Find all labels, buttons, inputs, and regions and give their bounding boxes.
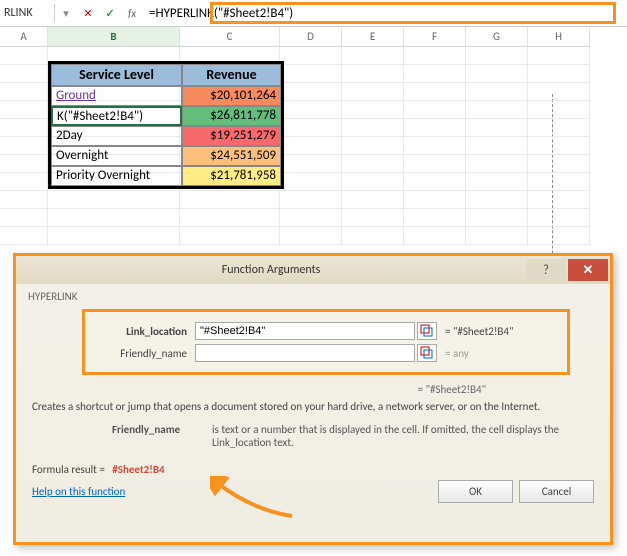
cell-revenue[interactable]: $26,811,778 — [182, 106, 281, 126]
dialog-title: Function Arguments — [16, 263, 526, 277]
hyperlink-text[interactable]: Ground — [56, 88, 96, 103]
arg-desc-name: Friendly_name — [112, 423, 212, 449]
cell-revenue[interactable]: $21,781,958 — [182, 166, 281, 186]
arg-label: Link_location — [95, 325, 195, 338]
formula-result: Formula result = #Sheet2!B4 — [32, 463, 594, 476]
arg-result: = any — [437, 347, 557, 360]
cancel-icon[interactable]: ✕ — [77, 7, 99, 20]
range-selector-icon[interactable] — [417, 322, 437, 340]
formula-result-label: Formula result = — [32, 463, 105, 476]
arg-row: Friendly_name = any — [95, 344, 557, 362]
formula-result-value: #Sheet2!B4 — [112, 463, 164, 476]
cell-level[interactable]: Overnight — [51, 146, 182, 166]
arg-result: = "#Sheet2!B4" — [437, 325, 557, 338]
range-selector-icon[interactable] — [417, 344, 437, 362]
ok-button[interactable]: OK — [438, 480, 513, 503]
function-arguments-dialog: Function Arguments ? ✕ HYPERLINK Link_lo… — [13, 253, 613, 545]
arg-label: Friendly_name — [95, 347, 195, 360]
cell-revenue[interactable]: $19,251,279 — [182, 126, 281, 146]
cell-level[interactable]: Ground — [51, 86, 182, 106]
dialog-titlebar[interactable]: Function Arguments ? ✕ — [16, 256, 610, 284]
help-link[interactable]: Help on this function — [32, 485, 125, 498]
arg-desc-text: is text or a number that is displayed in… — [212, 423, 594, 449]
name-box[interactable]: RLINK — [0, 4, 55, 22]
col-header[interactable]: E — [342, 27, 404, 47]
column-headers: A B C D E F G H — [0, 27, 627, 47]
table-row: K("#Sheet2!B4") $26,811,778 — [51, 106, 281, 126]
table-row: 2Day $19,251,279 — [51, 126, 281, 146]
formula-input[interactable] — [143, 4, 627, 23]
table-row: Priority Overnight $21,781,958 — [51, 166, 281, 186]
cancel-button[interactable]: Cancel — [519, 480, 594, 503]
header-revenue[interactable]: Revenue — [182, 64, 281, 86]
formula-bar: RLINK ▾ ✕ ✓ fx — [0, 0, 627, 27]
function-description: Creates a shortcut or jump that opens a … — [32, 400, 594, 413]
link-location-input[interactable] — [195, 322, 415, 340]
table-header-row: Service Level Revenue — [51, 64, 281, 86]
col-header[interactable]: D — [280, 27, 342, 47]
friendly-name-input[interactable] — [195, 344, 415, 362]
arg-row: Link_location = "#Sheet2!B4" — [95, 322, 557, 340]
dropdown-icon[interactable]: ▾ — [55, 7, 77, 20]
editing-cell[interactable]: K("#Sheet2!B4") — [51, 106, 182, 126]
table-row: Ground $20,101,264 — [51, 86, 281, 106]
fx-icon[interactable]: fx — [121, 7, 143, 20]
cell-level[interactable]: 2Day — [51, 126, 182, 146]
col-header[interactable]: H — [528, 27, 590, 47]
table-row: Overnight $24,551,509 — [51, 146, 281, 166]
col-header[interactable]: F — [404, 27, 466, 47]
data-table: Service Level Revenue Ground $20,101,264… — [48, 61, 284, 189]
col-header[interactable]: B — [48, 27, 180, 47]
col-header[interactable]: A — [0, 27, 48, 47]
function-name: HYPERLINK — [28, 290, 598, 303]
cell-level[interactable]: Priority Overnight — [51, 166, 182, 186]
enter-icon[interactable]: ✓ — [99, 7, 121, 20]
arguments-box: Link_location = "#Sheet2!B4" Friendly_na… — [82, 309, 570, 375]
eval-result: = "#Sheet2!B4" — [236, 383, 486, 396]
help-button[interactable]: ? — [526, 259, 566, 281]
col-header[interactable]: C — [180, 27, 280, 47]
grid-area: // create visual empty grid Service Leve… — [0, 47, 627, 247]
col-header[interactable]: G — [466, 27, 528, 47]
arg-description: Friendly_name is text or a number that i… — [112, 423, 594, 449]
cell-revenue[interactable]: $20,101,264 — [182, 86, 281, 106]
close-icon[interactable]: ✕ — [568, 259, 608, 281]
header-service-level[interactable]: Service Level — [51, 64, 182, 86]
cell-revenue[interactable]: $24,551,509 — [182, 146, 281, 166]
dialog-bottom-row: Help on this function OK Cancel — [28, 480, 598, 503]
